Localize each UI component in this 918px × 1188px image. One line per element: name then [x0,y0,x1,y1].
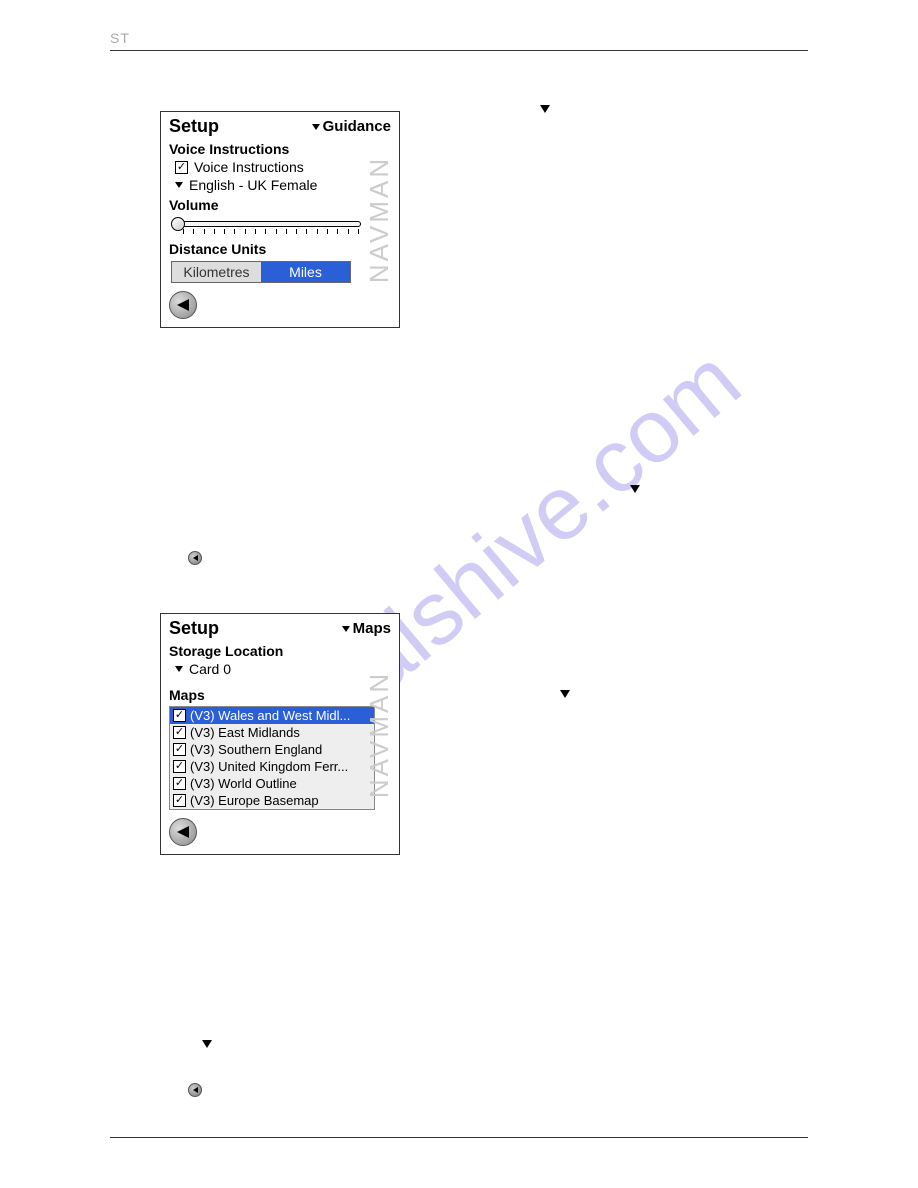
slider-ticks [183,229,359,235]
map-item-label: (V3) World Outline [190,776,297,791]
map-item-label: (V3) United Kingdom Ferr... [190,759,348,774]
dropdown-indicator-icon [630,480,640,498]
back-button[interactable] [169,291,197,319]
checkbox-icon: ✓ [173,709,186,722]
brand-label: NAVMAN [365,142,395,297]
document-page: ST NAVMAN Setup Guidance Voice Instructi… [110,30,808,1138]
chevron-down-icon [312,124,320,130]
maps-list: ✓ (V3) Wales and West Midl... ✓ (V3) Eas… [169,706,375,810]
back-button-reference [188,1080,202,1098]
map-item-label: (V3) Europe Basemap [190,793,319,808]
storage-value: Card 0 [189,661,231,677]
map-item[interactable]: ✓ (V3) Southern England [170,741,374,758]
maps-menu-dropdown[interactable]: Maps [342,620,391,637]
map-item[interactable]: ✓ (V3) East Midlands [170,724,374,741]
header-bar: ST [110,30,808,51]
dropdown-indicator-icon [202,1035,212,1053]
checkbox-icon: ✓ [173,794,186,807]
voice-language-dropdown[interactable]: English - UK Female [175,177,391,193]
checkbox-icon: ✓ [175,161,188,174]
voice-checkbox-label: Voice Instructions [194,159,304,175]
map-item-label: (V3) Southern England [190,742,322,757]
screen-title: Setup [169,618,219,639]
checkbox-icon: ✓ [173,777,186,790]
kilometres-button[interactable]: Kilometres [172,262,261,282]
volume-slider[interactable] [171,217,361,235]
brand-label: NAVMAN [365,644,395,824]
dropdown-indicator-icon [560,685,570,703]
arrow-left-icon [177,299,189,311]
map-item[interactable]: ✓ (V3) Europe Basemap [170,792,374,809]
guidance-screen: NAVMAN Setup Guidance Voice Instructions… [160,111,400,328]
miles-button[interactable]: Miles [261,262,350,282]
distance-section-label: Distance Units [169,241,391,257]
footer-divider [110,1137,808,1138]
slider-track [181,221,361,227]
distance-units-toggle: Kilometres Miles [171,261,351,283]
back-button[interactable] [169,818,197,846]
maps-section-label: Maps [169,687,391,703]
chevron-down-icon [342,626,350,632]
voice-language-label: English - UK Female [189,177,317,193]
map-item[interactable]: ✓ (V3) World Outline [170,775,374,792]
storage-section-label: Storage Location [169,643,391,659]
checkbox-icon: ✓ [173,760,186,773]
map-item-label: (V3) East Midlands [190,725,300,740]
voice-section-label: Voice Instructions [169,141,391,157]
maps-screen: NAVMAN Setup Maps Storage Location Card … [160,613,400,855]
guidance-menu-dropdown[interactable]: Guidance [312,118,391,135]
chevron-down-icon [175,666,183,672]
storage-dropdown[interactable]: Card 0 [175,661,391,677]
map-item[interactable]: ✓ (V3) United Kingdom Ferr... [170,758,374,775]
back-button-reference [188,548,202,566]
screen-title: Setup [169,116,219,137]
dropdown-indicator-icon [540,100,550,118]
arrow-left-icon [177,826,189,838]
map-item[interactable]: ✓ (V3) Wales and West Midl... [170,707,374,724]
header-title: ST [110,30,130,46]
checkbox-icon: ✓ [173,743,186,756]
map-item-label: (V3) Wales and West Midl... [190,708,350,723]
voice-checkbox-row[interactable]: ✓ Voice Instructions [175,159,391,175]
chevron-down-icon [175,182,183,188]
checkbox-icon: ✓ [173,726,186,739]
volume-section-label: Volume [169,197,391,213]
